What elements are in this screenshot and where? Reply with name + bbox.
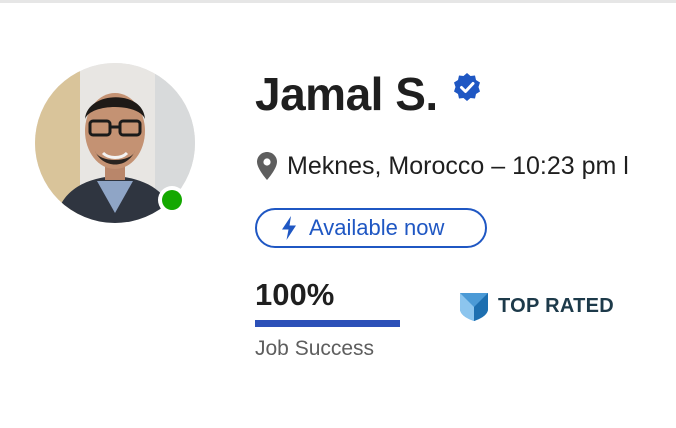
profile-name: Jamal S. <box>255 68 438 120</box>
available-now-button[interactable]: Available now <box>255 208 487 248</box>
top-rated-badge[interactable]: TOP RATED <box>460 290 614 322</box>
location-text: Meknes, Morocco – 10:23 pm l <box>287 151 629 180</box>
top-rated-label: TOP RATED <box>498 294 615 317</box>
name-row: Jamal S. <box>255 66 482 122</box>
job-success-label: Job Success <box>255 337 375 360</box>
job-success-value: 100% <box>255 277 335 312</box>
job-success-stat: 100% Job Success <box>255 276 401 361</box>
avatar-container[interactable] <box>35 63 195 223</box>
online-status-dot <box>158 186 186 214</box>
location-row: Meknes, Morocco – 10:23 pm l <box>257 148 629 184</box>
map-pin-icon <box>257 152 277 180</box>
top-rated-shield-icon <box>460 291 488 321</box>
verified-check-icon[interactable] <box>452 72 482 102</box>
job-success-progress-bar <box>255 320 400 327</box>
top-divider <box>0 0 676 3</box>
available-now-label: Available now <box>309 215 445 240</box>
job-success-progress-fill <box>255 320 400 327</box>
lightning-bolt-icon <box>281 216 297 240</box>
